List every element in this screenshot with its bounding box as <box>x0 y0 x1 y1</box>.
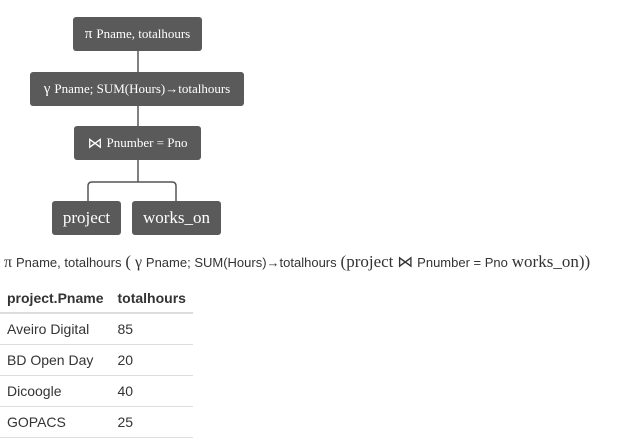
cell-totalhours: 20 <box>110 344 193 376</box>
expr-projection-symbol: π <box>4 254 13 271</box>
expr-open-paren: ( <box>125 252 132 271</box>
grouping-node: γ Pname; SUM(Hours)→totalhours <box>30 72 244 106</box>
expr-inner-close: works_on)) <box>511 252 591 271</box>
cell-pname: BD Open Day <box>0 344 111 376</box>
cell-pname: GOPACS <box>0 406 111 438</box>
table-row: Dicoogle 40 <box>0 375 193 407</box>
join-symbol: ⋈ <box>87 135 103 152</box>
table-row: GOPACS 25 <box>0 406 193 438</box>
expr-join-condition: Pnumber = Pno <box>417 255 508 270</box>
expr-join-symbol: ⋈ <box>397 254 414 271</box>
expr-grouping-symbol: γ <box>134 254 143 271</box>
expr-grouping-attrs: Pname; SUM(Hours)→totalhours <box>145 255 337 270</box>
column-header-totalhours: totalhours <box>110 283 193 314</box>
cell-pname: Aveiro Digital <box>0 313 111 345</box>
link-join-leaves <box>87 160 177 201</box>
projection-attrs: Pname, totalhours <box>96 26 191 41</box>
grouping-symbol: γ <box>43 80 51 97</box>
cell-totalhours: 25 <box>110 406 193 438</box>
expr-inner-open: (project <box>340 252 394 271</box>
column-header-pname: project.Pname <box>0 283 111 314</box>
result-table: project.Pname totalhours Aveiro Digital … <box>0 283 193 438</box>
relational-algebra-tree: π Pname, totalhours γ Pname; SUM(Hours)→… <box>0 0 639 240</box>
cell-totalhours: 85 <box>110 313 193 345</box>
table-row: Aveiro Digital 85 <box>0 313 193 345</box>
join-node: ⋈ Pnumber = Pno <box>74 126 201 160</box>
relation-node-project: project <box>52 201 121 235</box>
projection-node: π Pname, totalhours <box>73 17 202 51</box>
projection-symbol: π <box>84 25 93 42</box>
expr-projection-attrs: Pname, totalhours <box>15 255 122 270</box>
relation-node-works-on: works_on <box>132 201 221 235</box>
table-header-row: project.Pname totalhours <box>0 283 193 314</box>
cell-totalhours: 40 <box>110 375 193 407</box>
algebra-expression: π Pname, totalhours ( γ Pname; SUM(Hours… <box>4 249 634 276</box>
join-condition: Pnumber = Pno <box>106 135 188 150</box>
cell-pname: Dicoogle <box>0 375 111 407</box>
table-row: BD Open Day 20 <box>0 344 193 376</box>
grouping-attrs: Pname; SUM(Hours)→totalhours <box>54 81 231 96</box>
